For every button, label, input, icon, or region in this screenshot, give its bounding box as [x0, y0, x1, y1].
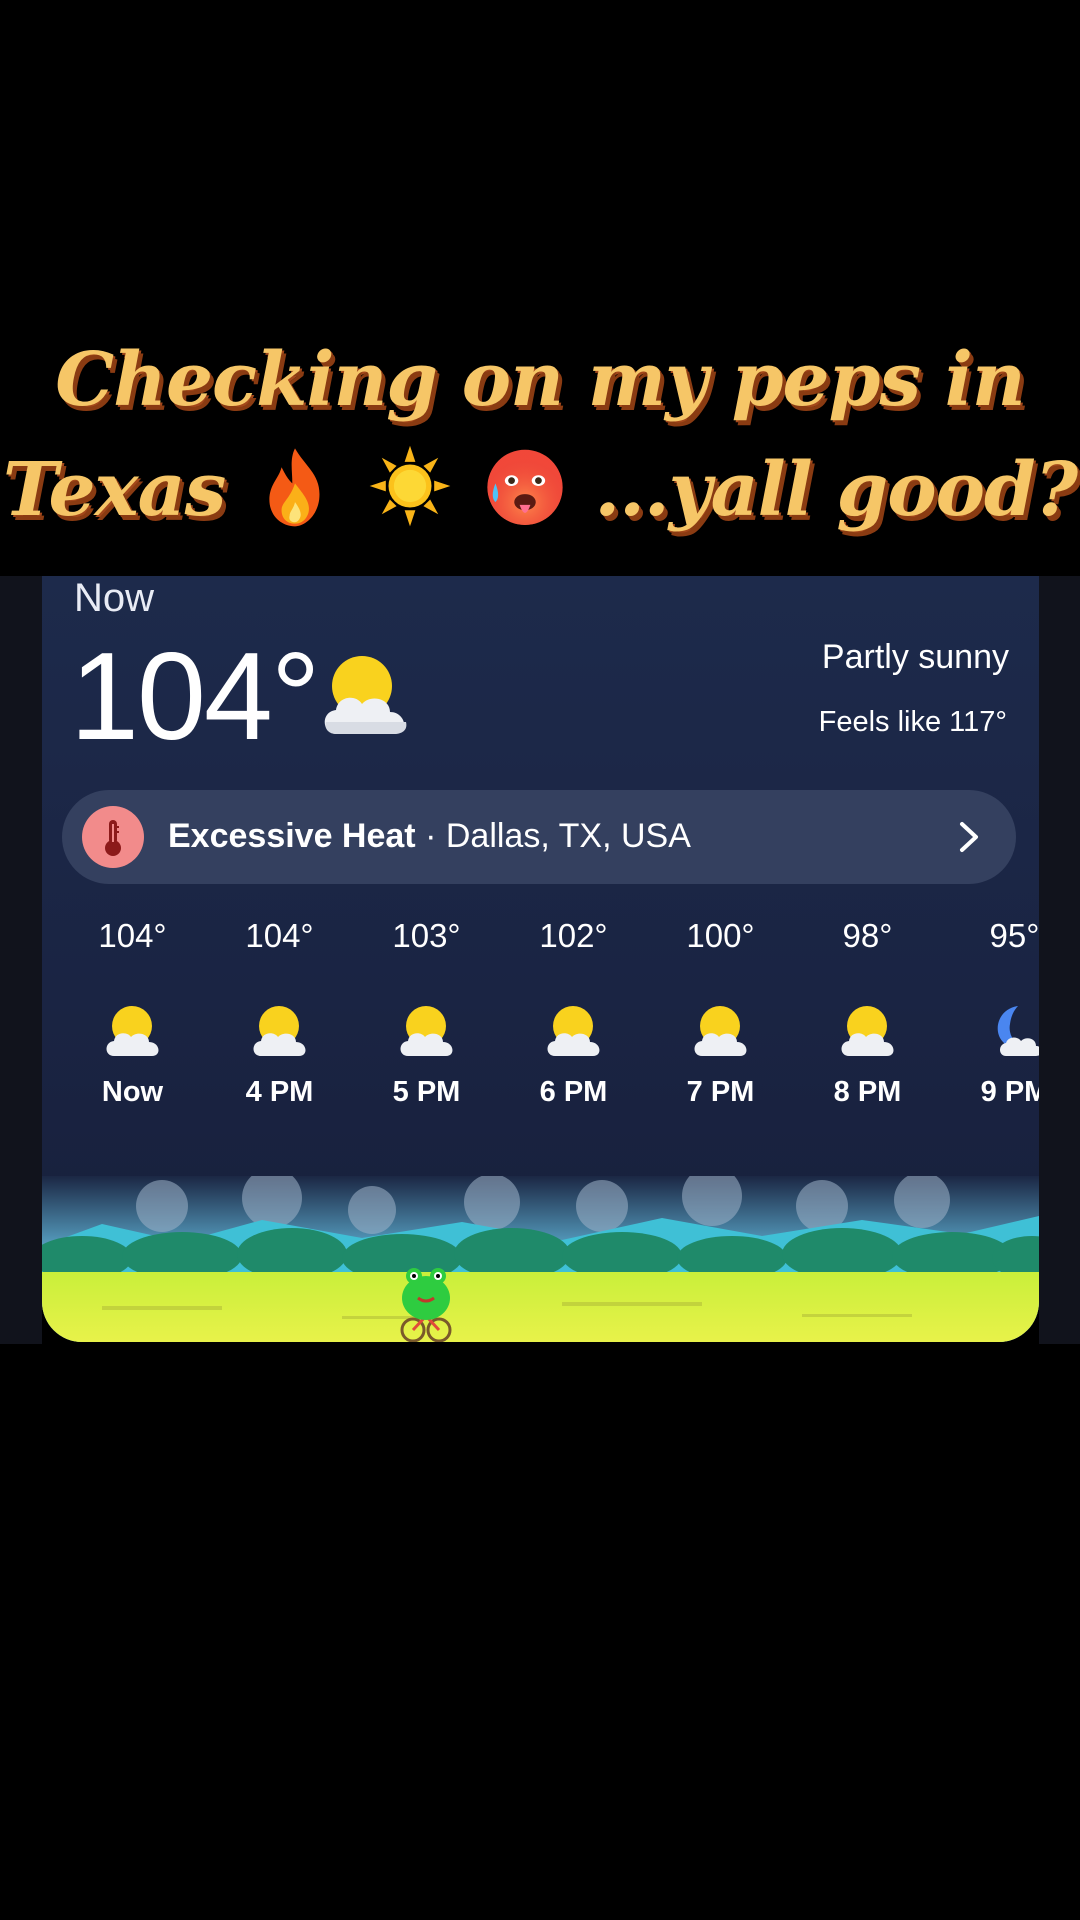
right-shade — [1039, 576, 1080, 1344]
partly-sunny-icon — [694, 1006, 746, 1056]
condition-text: Partly sunny — [821, 638, 1009, 676]
current-temperature: 104° — [70, 628, 320, 766]
hour-item[interactable]: 98° 8 PM — [794, 916, 941, 1109]
thermometer-icon-badge — [82, 806, 144, 868]
partly-sunny-icon — [400, 1006, 452, 1056]
hour-item[interactable]: 104° 4 PM — [206, 916, 353, 1109]
caption-line-2: Texas ...yall good? — [0, 435, 1080, 545]
hour-label: 5 PM — [392, 1076, 461, 1108]
caption-line-2-end: ...yall good? — [594, 447, 1078, 533]
excessive-heat-alert[interactable]: Excessive Heat · Dallas, TX, USA — [62, 790, 1016, 884]
weather-card[interactable]: Now 104° Partly sunny Feels like 117° Ex… — [42, 576, 1039, 1342]
hour-item[interactable]: 104° Now — [59, 916, 206, 1109]
hour-temp: 98° — [842, 917, 893, 954]
partly-sunny-icon — [547, 1006, 599, 1056]
partly-sunny-icon — [106, 1006, 158, 1056]
feels-like-text: Feels like 117° — [818, 706, 1007, 738]
hour-label: 6 PM — [539, 1076, 608, 1108]
landscape-illustration — [42, 1176, 1039, 1342]
hour-label: 7 PM — [686, 1076, 755, 1108]
hour-temp: 95° — [989, 917, 1039, 954]
hour-temp: 100° — [686, 917, 755, 954]
hour-temp: 104° — [245, 917, 314, 954]
hour-temp: 104° — [98, 917, 167, 954]
caption-line-2-start: Texas — [2, 447, 226, 533]
screen: Checking on my peps in Texas ...yall goo… — [0, 0, 1080, 1920]
hourly-forecast[interactable]: 104° Now 104° 4 PM 103° 5 PM 102° 6 PM 1… — [42, 916, 1039, 1146]
hour-item[interactable]: 102° 6 PM — [500, 916, 647, 1109]
alert-separator: · — [415, 817, 446, 855]
hot-face-emoji-icon — [486, 449, 563, 525]
hour-item[interactable]: 95° 9 PM — [941, 916, 1039, 1109]
hour-label: 9 PM — [980, 1076, 1039, 1108]
alert-text: Excessive Heat · Dallas, TX, USA — [168, 817, 691, 856]
alert-location: Dallas, TX, USA — [445, 817, 691, 855]
hour-temp: 103° — [392, 917, 461, 954]
thermometer-icon — [105, 820, 121, 856]
hour-label: 8 PM — [833, 1076, 902, 1108]
alert-title: Excessive Heat — [168, 817, 416, 855]
hour-label: 4 PM — [245, 1076, 314, 1108]
partly-cloudy-night-icon — [997, 1006, 1039, 1056]
hour-item[interactable]: 100° 7 PM — [647, 916, 794, 1109]
chevron-right-icon[interactable] — [958, 820, 982, 854]
hour-label: Now — [101, 1076, 164, 1108]
partly-sunny-icon — [324, 656, 407, 734]
hour-item[interactable]: 103° 5 PM — [353, 916, 500, 1109]
now-label: Now — [74, 576, 155, 620]
hour-temp: 102° — [539, 917, 608, 954]
sun-emoji-icon — [369, 445, 451, 527]
partly-sunny-icon — [253, 1006, 305, 1056]
fire-emoji-icon — [269, 448, 320, 527]
left-shade — [0, 576, 42, 1344]
caption-line-1: Checking on my peps in — [55, 337, 1025, 423]
video-caption: Checking on my peps in Texas ...yall goo… — [0, 325, 1080, 545]
partly-sunny-icon — [841, 1006, 893, 1056]
